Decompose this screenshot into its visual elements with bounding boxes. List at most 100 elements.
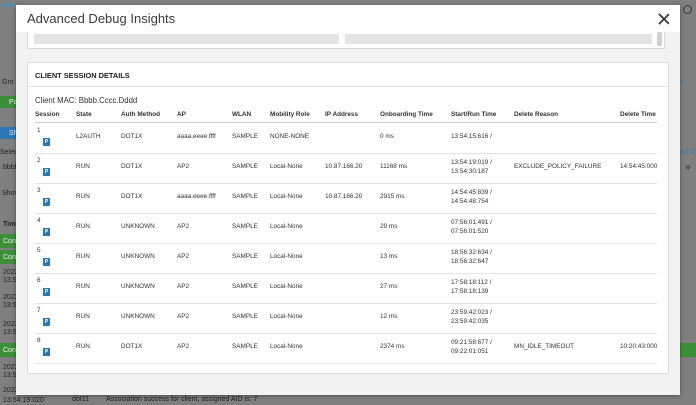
cell-wlan: SAMPLE: [232, 193, 258, 200]
cell-onboarding: 12 ms: [380, 313, 398, 320]
client-session-panel: CLIENT SESSION DETAILS Client MAC: Bbbb.…: [27, 62, 669, 374]
cell-run-time: 07:56:01:520: [451, 228, 489, 235]
bg-download-csv[interactable]: ad CSV: [680, 148, 696, 157]
col-header-auth-method: Auth Method: [121, 111, 161, 118]
client-info-icon[interactable]: P: [43, 138, 50, 146]
col-header-start-run-time: Start/Run Time: [451, 111, 497, 118]
cell-wlan: SAMPLE: [232, 253, 258, 260]
bg-gro: Gro: [2, 79, 14, 86]
client-info-icon[interactable]: P: [43, 168, 50, 176]
col-header-session: Session: [35, 111, 60, 118]
cell-ap: aaaa.eeee.ffff: [177, 193, 216, 200]
logout-icon[interactable]: [683, 5, 692, 14]
upper-panel-segment: [34, 34, 339, 44]
cisco-logo: ▮▮▮▮: [2, 2, 15, 7]
table-row: 5 P RUN UNKNOWN AP2 SAMPLE Local-None 13…: [35, 243, 657, 274]
cell-role: Local-None: [270, 283, 303, 290]
cell-start-time: 23:59:42:023 /: [451, 309, 492, 316]
modal-title: Advanced Debug Insights: [27, 11, 176, 26]
cell-state: L2AUTH: [76, 133, 101, 140]
upper-panel-scrollbar[interactable]: [657, 32, 662, 46]
cell-wlan: SAMPLE: [232, 343, 258, 350]
cell-ap: AP2: [177, 223, 190, 230]
close-icon[interactable]: [657, 12, 671, 26]
table-row: 1 P L2AUTH DOT1X aaaa.eeee.ffff SAMPLE N…: [35, 123, 657, 154]
cell-run-time: 23:59:42:035: [451, 318, 489, 325]
bg-text: s: [680, 79, 684, 86]
cell-onboarding: 29 ms: [380, 223, 398, 230]
cell-ip: 10.87.166.20: [325, 193, 363, 200]
client-mac: Client MAC: Bbbb.Cccc.Dddd: [35, 96, 138, 105]
col-header-ip-address: IP Address: [325, 111, 359, 118]
table-row: 6 P RUN UNKNOWN AP2 SAMPLE Local-None 27…: [35, 273, 657, 304]
cell-start-time: 17:58:18:112 /: [451, 279, 492, 286]
cell-wlan: SAMPLE: [232, 313, 258, 320]
cell-auth: UNKNOWN: [121, 253, 155, 260]
cell-auth: UNKNOWN: [121, 223, 155, 230]
cell-ap: AP2: [177, 253, 190, 260]
col-header-wlan: WLAN: [232, 111, 252, 118]
col-header-mobility-role: Mobility Role: [270, 111, 310, 118]
col-header-onboarding-time: Onboarding Time: [380, 111, 433, 118]
cell-run-time: 18:56:32:647: [451, 258, 489, 265]
cell-delete-reason: EXCLUDE_POLICY_FAILURE: [514, 163, 602, 170]
table-header: Session State Auth Method AP WLAN Mobili…: [35, 110, 657, 123]
col-header-delete-time: Delete Time: [620, 111, 656, 118]
modal-body: CLIENT SESSION DETAILS Client MAC: Bbbb.…: [16, 32, 680, 395]
bg-text: 13:54:19:020: [3, 397, 44, 404]
cell-ap: AP2: [177, 313, 190, 320]
cell-session: 1: [37, 127, 41, 134]
cell-start-time: 07:56:01:491 /: [451, 219, 492, 226]
cell-session: 6: [37, 277, 41, 284]
cell-state: RUN: [76, 253, 90, 260]
cell-session: 7: [37, 307, 41, 314]
upper-panel-segment: [345, 34, 652, 44]
cell-session: 4: [37, 217, 41, 224]
cell-state: RUN: [76, 193, 90, 200]
cell-role: NONE-NONE: [270, 133, 310, 140]
upper-panel: [27, 32, 665, 49]
table-row: 7 P RUN UNKNOWN AP2 SAMPLE Local-None 12…: [35, 303, 657, 334]
cell-ip: 10.87.166.20: [325, 163, 363, 170]
client-info-icon[interactable]: P: [43, 228, 50, 236]
cell-onboarding: 11168 ms: [380, 163, 408, 170]
cell-role: Local-None: [270, 163, 303, 170]
table-row: 8 P RUN DOT1X AP2 SAMPLE Local-None 2374…: [35, 333, 657, 364]
table-row: 2 P RUN DOT1X AP2 SAMPLE Local-None 10.8…: [35, 153, 657, 184]
cell-role: Local-None: [270, 193, 303, 200]
cell-run-time: 13:54:30:187: [451, 168, 489, 175]
cell-session: 3: [37, 187, 41, 194]
bg-chevron-icon[interactable]: »: [685, 163, 691, 173]
client-info-icon[interactable]: P: [43, 258, 50, 266]
cell-onboarding: 0 ms: [380, 133, 394, 140]
col-header-ap: AP: [177, 111, 186, 118]
cell-delete-time: 14:54:45:000: [620, 163, 658, 170]
cell-auth: UNKNOWN: [121, 313, 155, 320]
col-header-state: State: [76, 111, 92, 118]
cell-auth: DOT1X: [121, 133, 143, 140]
section-divider: [28, 86, 668, 87]
cell-run-time: 17:58:18:139: [451, 288, 489, 295]
client-info-icon[interactable]: P: [43, 198, 50, 206]
cell-ap: aaaa.eeee.ffff: [177, 133, 216, 140]
cell-session: 5: [37, 247, 41, 254]
cell-auth: DOT1X: [121, 193, 143, 200]
cell-wlan: SAMPLE: [232, 283, 258, 290]
client-info-icon[interactable]: P: [43, 288, 50, 296]
cell-state: RUN: [76, 223, 90, 230]
section-title: CLIENT SESSION DETAILS: [35, 71, 130, 80]
client-info-icon[interactable]: P: [43, 348, 50, 356]
client-info-icon[interactable]: P: [43, 318, 50, 326]
cell-ap: AP2: [177, 283, 190, 290]
cell-delete-reason: MN_IDLE_TIMEOUT: [514, 343, 575, 350]
cell-role: Local-None: [270, 253, 303, 260]
cell-wlan: SAMPLE: [232, 163, 258, 170]
advanced-debug-modal: Advanced Debug Insights CLIENT SESSION D…: [16, 5, 680, 395]
cell-role: Local-None: [270, 313, 303, 320]
cell-state: RUN: [76, 163, 90, 170]
cell-auth: DOT1X: [121, 343, 143, 350]
cell-wlan: SAMPLE: [232, 223, 258, 230]
cell-start-time: 13:54:19:019 /: [451, 159, 492, 166]
cell-delete-time: 10:20:43:000: [620, 343, 658, 350]
cell-state: RUN: [76, 283, 90, 290]
